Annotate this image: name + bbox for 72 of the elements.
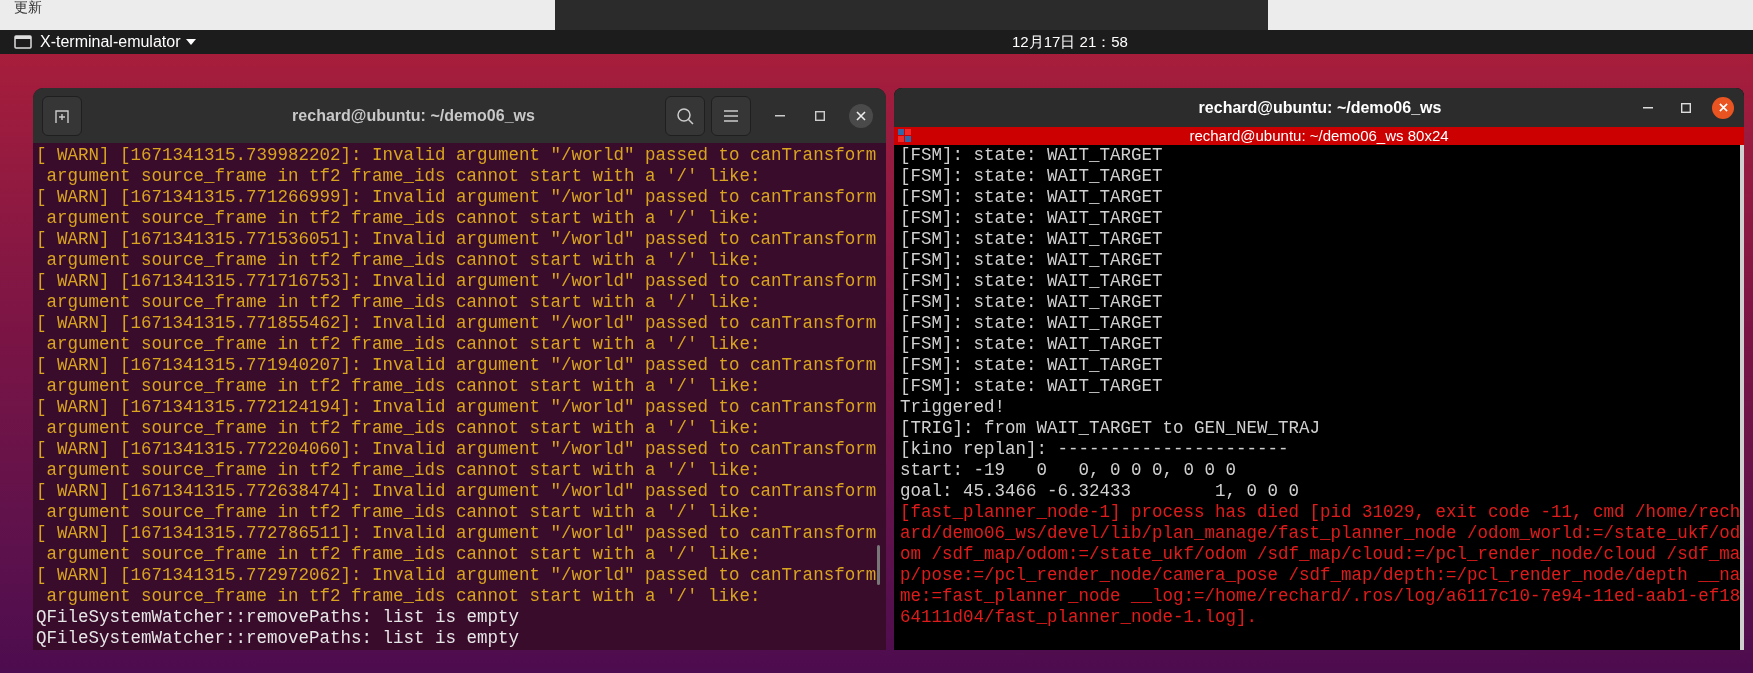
- terminal-line: argument source_frame in tf2 frame_ids cannot start with a '/' like:: [45, 166, 762, 187]
- terminal-line: argument source_frame in tf2 frame_ids cannot start with a '/' like:: [45, 208, 762, 229]
- terminal-line: [FSM]: state: WAIT_TARGET: [900, 229, 1164, 250]
- window-title: rechard@ubuntu: ~/demo06_ws: [1197, 97, 1443, 118]
- terminal-icon: [14, 35, 32, 49]
- terminal-line: [ WARN] [1671341315.772638474]: Invalid argument "/world" passed to canTransform: [36, 481, 877, 502]
- new-tab-button[interactable]: [42, 95, 82, 136]
- terminal-line: [FSM]: state: WAIT_TARGET: [900, 271, 1164, 292]
- terminal-line: [FSM]: state: WAIT_TARGET: [900, 208, 1164, 229]
- terminal-line: [ WARN] [1671341315.771716753]: Invalid argument "/world" passed to canTransform: [36, 271, 877, 292]
- terminal-line: [FSM]: state: WAIT_TARGET: [900, 166, 1164, 187]
- close-button[interactable]: [849, 103, 873, 128]
- terminal-line: argument source_frame in tf2 frame_ids cannot start with a '/' like:: [45, 502, 762, 523]
- terminal-line: [ WARN] [1671341315.772972062]: Invalid argument "/world" passed to canTransform: [36, 565, 877, 586]
- terminal-line: argument source_frame in tf2 frame_ids cannot start with a '/' like:: [45, 376, 762, 397]
- terminal-line: [FSM]: state: WAIT_TARGET: [900, 187, 1164, 208]
- minimize-icon: [1643, 106, 1653, 109]
- terminal-line: [ WARN] [1671341315.771536051]: Invalid argument "/world" passed to canTransform: [36, 229, 877, 250]
- terminal-line: argument source_frame in tf2 frame_ids cannot start with a '/' like:: [45, 334, 762, 355]
- terminal-line: [FSM]: state: WAIT_TARGET: [900, 145, 1164, 166]
- terminal-line: argument source_frame in tf2 frame_ids cannot start with a '/' like:: [45, 418, 762, 439]
- terminal-line: [ WARN] [1671341315.772204060]: Invalid argument "/world" passed to canTransform: [36, 439, 877, 460]
- terminal-app-icon: [898, 129, 912, 143]
- terminal-subtitle: rechard@ubuntu: ~/demo06_ws 80x24: [1188, 127, 1450, 145]
- terminal-line: [ WARN] [1671341315.771940207]: Invalid argument "/world" passed to canTransform: [36, 355, 877, 376]
- terminal-line: argument source_frame in tf2 frame_ids cannot start with a '/' like:: [45, 250, 762, 271]
- terminal-line: om /sdf_map/odom:=/state_ukf/odom /sdf_map/cloud:=/pcl_render_node/cloud /sdf_ma: [900, 544, 1741, 565]
- minimize-icon: [775, 114, 785, 117]
- search-icon: [676, 106, 694, 125]
- window-title: rechard@ubuntu: ~/demo06_ws: [291, 105, 536, 126]
- terminal-line: argument source_frame in tf2 frame_ids cannot start with a '/' like:: [45, 544, 762, 565]
- maximize-icon: [815, 110, 825, 121]
- terminal-line: goal: 45.3466 -6.32433 1, 0 0 0: [900, 481, 1301, 502]
- clock[interactable]: 12月17日 21：58: [1012, 30, 1128, 54]
- terminal-line: [kino replan]: ----------------------: [900, 439, 1290, 460]
- terminal-line: argument source_frame in tf2 frame_ids cannot start with a '/' like:: [45, 586, 762, 607]
- terminal-line: p/pose:=/pcl_render_node/camera_pose /sdf_map/depth:=/pcl_render_node/depth __na: [900, 565, 1741, 586]
- scrollbar[interactable]: [1740, 145, 1744, 650]
- app-menu[interactable]: X-terminal-emulator: [40, 30, 197, 54]
- terminal-line: [FSM]: state: WAIT_TARGET: [900, 334, 1164, 355]
- terminal-line: [FSM]: state: WAIT_TARGET: [900, 376, 1164, 397]
- terminal-line: 64111d04/fast_planner_node-1.log].: [900, 607, 1259, 628]
- window-label: 更新: [13, 0, 43, 17]
- terminal-line: argument source_frame in tf2 frame_ids cannot start with a '/' like:: [45, 460, 762, 481]
- terminal-line: [FSM]: state: WAIT_TARGET: [900, 292, 1164, 313]
- terminal-line: [FSM]: state: WAIT_TARGET: [900, 355, 1164, 376]
- terminal-line: QFileSystemWatcher::removePaths: list is empty: [36, 607, 521, 628]
- terminal-line: me:=fast_planner_node __log:=/home/rechard/.ros/log/a6117c10-7e94-11ed-aab1-ef18: [900, 586, 1741, 607]
- terminal-line: [fast_planner_node-1] process has died [pid 31029, exit code -11, cmd /home/rech: [900, 502, 1741, 523]
- search-button[interactable]: [665, 95, 705, 136]
- close-icon: [856, 110, 866, 121]
- new-tab-icon: [54, 107, 70, 124]
- terminal-line: [TRIG]: from WAIT_TARGET to GEN_NEW_TRAJ: [900, 418, 1322, 439]
- close-button[interactable]: [1712, 96, 1734, 119]
- scrollbar[interactable]: [877, 545, 880, 585]
- terminal-line: argument source_frame in tf2 frame_ids cannot start with a '/' like:: [45, 292, 762, 313]
- terminal-line: [ WARN] [1671341315.771266999]: Invalid argument "/world" passed to canTransform: [36, 187, 877, 208]
- terminal-line: QFileSystemWatcher::removePaths: list is empty: [36, 628, 521, 649]
- terminal-line: [ WARN] [1671341315.739982202]: Invalid argument "/world" passed to canTransform: [36, 145, 877, 166]
- terminal-line: Triggered!: [900, 397, 1007, 418]
- caret-icon: [186, 39, 197, 45]
- terminal-line: start: -19 0 0, 0 0 0, 0 0 0: [900, 460, 1238, 481]
- menu-icon: [724, 109, 738, 122]
- menu-button[interactable]: [711, 95, 751, 136]
- terminal-line: ard/demo06_ws/devel/lib/plan_manage/fast_planner_node /odom_world:=/state_ukf/od: [900, 523, 1741, 544]
- terminal-line: [ WARN] [1671341315.772124194]: Invalid argument "/world" passed to canTransform: [36, 397, 877, 418]
- maximize-icon: [1681, 102, 1691, 113]
- close-icon: [1718, 103, 1728, 112]
- terminal-line: [ WARN] [1671341315.771855462]: Invalid argument "/world" passed to canTransform: [36, 313, 877, 334]
- terminal-line: [ WARN] [1671341315.772786511]: Invalid argument "/world" passed to canTransform: [36, 523, 877, 544]
- terminal-line: [FSM]: state: WAIT_TARGET: [900, 250, 1164, 271]
- terminal-line: [FSM]: state: WAIT_TARGET: [900, 313, 1164, 334]
